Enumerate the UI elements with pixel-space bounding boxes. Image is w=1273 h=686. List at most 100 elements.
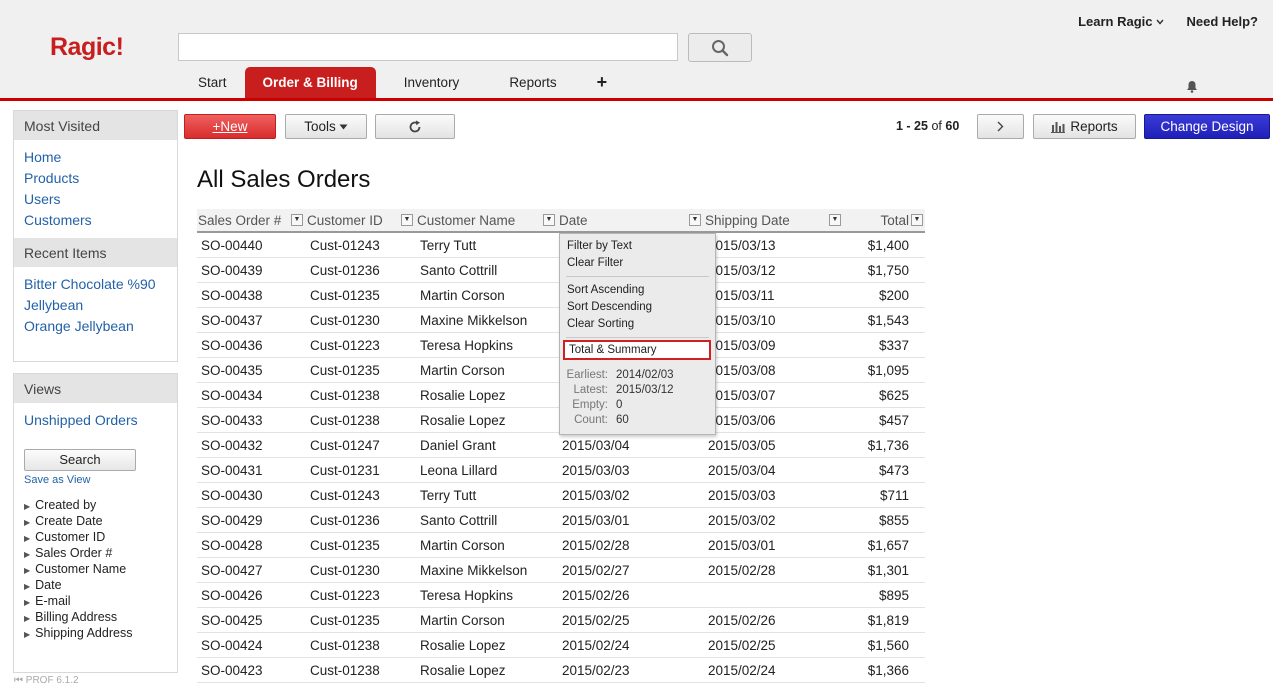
field-filter-item[interactable]: ▶ E-mail xyxy=(14,593,177,609)
recent-item-link[interactable]: Jellybean xyxy=(14,295,177,316)
expand-triangle-icon: ▶ xyxy=(24,582,31,591)
cell-sales-order[interactable]: SO-00439 xyxy=(201,263,263,278)
column-header-total[interactable]: Total xyxy=(880,213,909,228)
cell-sales-order[interactable]: SO-00427 xyxy=(201,563,263,578)
reports-button[interactable]: Reports xyxy=(1033,114,1136,139)
tab-inventory[interactable]: Inventory xyxy=(376,67,488,98)
field-label: Shipping Address xyxy=(35,626,133,640)
cell-sales-order[interactable]: SO-00432 xyxy=(201,438,263,453)
bell-icon[interactable] xyxy=(1186,80,1198,93)
cell-customer-id: Cust-01247 xyxy=(310,438,380,453)
cell-sales-order[interactable]: SO-00429 xyxy=(201,513,263,528)
menu-sort-ascending[interactable]: Sort Ascending xyxy=(567,284,644,296)
cell-sales-order[interactable]: SO-00430 xyxy=(201,488,263,503)
cell-sales-order[interactable]: SO-00423 xyxy=(201,663,263,678)
need-help-link[interactable]: Need Help? xyxy=(1186,14,1258,29)
tab-reports[interactable]: Reports xyxy=(487,67,578,98)
app-header: Ragic! Learn Ragic Need Help? Start Orde… xyxy=(0,0,1273,101)
cell-customer-name: Martin Corson xyxy=(420,363,505,378)
field-filter-item[interactable]: ▶ Sales Order # xyxy=(14,545,177,561)
field-filter-item[interactable]: ▶ Shipping Address xyxy=(14,625,177,641)
collapse-icon[interactable]: ⏮ xyxy=(14,675,26,686)
change-design-button[interactable]: Change Design xyxy=(1144,114,1270,139)
cell-sales-order[interactable]: SO-00424 xyxy=(201,638,263,653)
column-menu-icon[interactable]: ▼ xyxy=(543,214,555,226)
tools-menu-button[interactable]: Tools xyxy=(285,114,367,139)
cell-sales-order[interactable]: SO-00431 xyxy=(201,463,263,478)
table-row[interactable]: SO-00432 Cust-01247 Daniel Grant 2015/03/04… xyxy=(197,433,925,458)
menu-filter-by-text[interactable]: Filter by Text xyxy=(567,240,632,252)
recent-item-link[interactable]: Orange Jellybean xyxy=(14,316,177,337)
cell-customer-name: Leona Lillard xyxy=(420,463,498,478)
menu-clear-sorting[interactable]: Clear Sorting xyxy=(567,318,634,330)
cell-sales-order[interactable]: SO-00436 xyxy=(201,338,263,353)
column-menu-icon[interactable]: ▼ xyxy=(911,214,923,226)
refresh-button[interactable] xyxy=(375,114,455,139)
cell-customer-name: Rosalie Lopez xyxy=(420,413,506,428)
save-as-view-link[interactable]: Save as View xyxy=(14,471,177,489)
field-filter-item[interactable]: ▶ Customer ID xyxy=(14,529,177,545)
search-button[interactable] xyxy=(688,33,752,62)
table-header: Sales Order # ▼ Customer ID ▼ Customer N… xyxy=(197,209,925,233)
sidebar-link-home[interactable]: Home xyxy=(14,147,177,168)
column-header-customer-id[interactable]: Customer ID xyxy=(307,213,383,228)
column-header-customer-name[interactable]: Customer Name xyxy=(417,213,515,228)
column-menu-icon[interactable]: ▼ xyxy=(689,214,701,226)
search-input[interactable] xyxy=(178,33,678,61)
cell-sales-order[interactable]: SO-00428 xyxy=(201,538,263,553)
field-filter-item[interactable]: ▶ Billing Address xyxy=(14,609,177,625)
column-header-sales-order[interactable]: Sales Order # xyxy=(198,213,281,228)
sidebar-link-users[interactable]: Users xyxy=(14,189,177,210)
new-record-button[interactable]: +New xyxy=(184,114,276,139)
sidebar-link-customers[interactable]: Customers xyxy=(14,210,177,231)
cell-sales-order[interactable]: SO-00425 xyxy=(201,613,263,628)
cell-shipping-date: 2015/03/10 xyxy=(708,313,776,328)
views-title: Views xyxy=(14,374,177,403)
tab-start[interactable]: Start xyxy=(180,67,245,98)
column-menu-icon[interactable]: ▼ xyxy=(291,214,303,226)
cell-sales-order[interactable]: SO-00435 xyxy=(201,363,263,378)
column-header-date[interactable]: Date xyxy=(559,213,588,228)
field-filter-item[interactable]: ▶ Customer Name xyxy=(14,561,177,577)
cell-sales-order[interactable]: SO-00433 xyxy=(201,413,263,428)
cell-sales-order[interactable]: SO-00438 xyxy=(201,288,263,303)
sidebar-link-products[interactable]: Products xyxy=(14,168,177,189)
table-row[interactable]: SO-00429 Cust-01236 Santo Cottrill 2015/03/… xyxy=(197,508,925,533)
field-label: Created by xyxy=(35,498,97,512)
cell-date: 2015/03/01 xyxy=(562,513,630,528)
cell-sales-order[interactable]: SO-00440 xyxy=(201,238,263,253)
column-menu-icon[interactable]: ▼ xyxy=(829,214,841,226)
cell-sales-order[interactable]: SO-00437 xyxy=(201,313,263,328)
cell-sales-order[interactable]: SO-00434 xyxy=(201,388,263,403)
cell-shipping-date: 2015/03/13 xyxy=(708,238,776,253)
table-row[interactable]: SO-00431 Cust-01231 Leona Lillard 2015/03/0… xyxy=(197,458,925,483)
cell-date: 2015/02/26 xyxy=(562,588,630,603)
field-filter-item[interactable]: ▶ Created by xyxy=(14,497,177,513)
learn-ragic-menu[interactable]: Learn Ragic xyxy=(1078,14,1165,29)
menu-sort-descending[interactable]: Sort Descending xyxy=(567,301,652,313)
column-header-shipping-date[interactable]: Shipping Date xyxy=(705,213,790,228)
cell-customer-id: Cust-01235 xyxy=(310,288,380,303)
menu-clear-filter[interactable]: Clear Filter xyxy=(567,257,623,269)
menu-total-summary[interactable]: Total & Summary xyxy=(563,340,711,360)
table-row[interactable]: SO-00430 Cust-01243 Terry Tutt 2015/03/02 20… xyxy=(197,483,925,508)
stat-value: 2014/02/03 xyxy=(616,369,674,381)
column-menu-icon[interactable]: ▼ xyxy=(401,214,413,226)
table-row[interactable]: SO-00428 Cust-01235 Martin Corson 2015/02/2… xyxy=(197,533,925,558)
recent-item-link[interactable]: Bitter Chocolate %90 xyxy=(14,274,177,295)
add-tab-button[interactable]: + xyxy=(579,67,626,98)
table-row[interactable]: SO-00426 Cust-01223 Teresa Hopkins 2015/02/… xyxy=(197,583,925,608)
cell-sales-order[interactable]: SO-00426 xyxy=(201,588,263,603)
sidebar-search-button[interactable]: Search xyxy=(24,449,136,471)
cell-shipping-date: 2015/03/03 xyxy=(708,488,776,503)
ragic-logo[interactable]: Ragic! xyxy=(50,33,124,62)
field-filter-item[interactable]: ▶ Date xyxy=(14,577,177,593)
table-row[interactable]: SO-00425 Cust-01235 Martin Corson 2015/02/2… xyxy=(197,608,925,633)
field-filter-item[interactable]: ▶ Create Date xyxy=(14,513,177,529)
next-page-button[interactable] xyxy=(977,114,1024,139)
view-link-unshipped[interactable]: Unshipped Orders xyxy=(14,410,177,431)
table-row[interactable]: SO-00427 Cust-01230 Maxine Mikkelson 2015/0… xyxy=(197,558,925,583)
table-row[interactable]: SO-00424 Cust-01238 Rosalie Lopez 2015/02/2… xyxy=(197,633,925,658)
table-row[interactable]: SO-00423 Cust-01238 Rosalie Lopez 2015/02/2… xyxy=(197,658,925,683)
tab-order-billing[interactable]: Order & Billing xyxy=(244,67,376,98)
